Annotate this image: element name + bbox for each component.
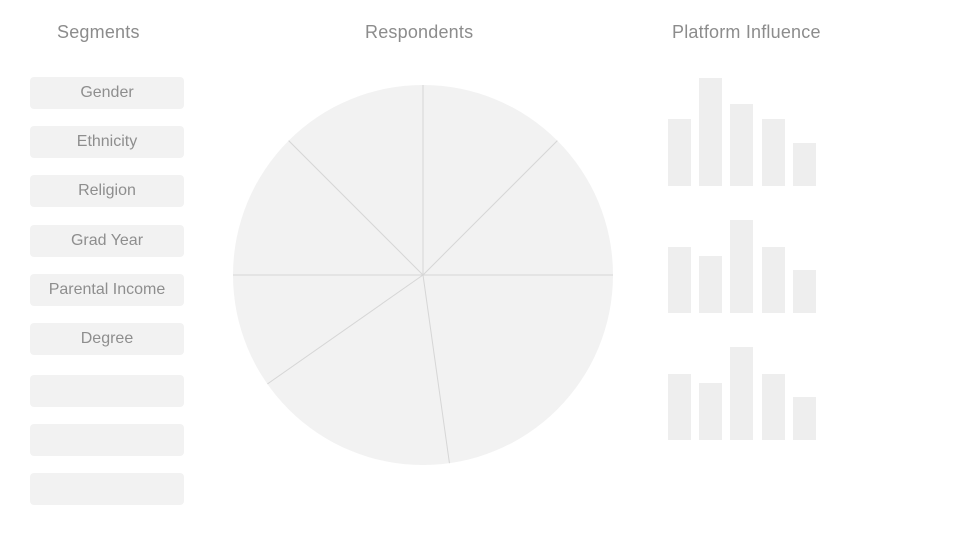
platform-bar-group-3 <box>668 347 818 440</box>
segment-button-ethnicity[interactable]: Ethnicity <box>30 126 184 158</box>
platform-bar-1-2 <box>699 78 722 186</box>
platform-bar-1-3 <box>730 104 753 186</box>
platform-bar-3-5 <box>793 397 816 440</box>
segment-button-empty-2[interactable] <box>30 424 184 456</box>
segments-heading: Segments <box>57 22 140 42</box>
platform-bar-2-2 <box>699 256 722 313</box>
platform-bar-3-2 <box>699 383 722 440</box>
platform-bar-1-1 <box>668 119 691 186</box>
segment-button-religion[interactable]: Religion <box>30 175 184 207</box>
segment-button-empty-1[interactable] <box>30 375 184 407</box>
segment-button-empty-3[interactable] <box>30 473 184 505</box>
platform-bar-2-4 <box>762 247 785 313</box>
segment-button-parental-income[interactable]: Parental Income <box>30 274 184 306</box>
platform-bar-2-3 <box>730 220 753 313</box>
platform-bar-1-4 <box>762 119 785 186</box>
segment-button-gender[interactable]: Gender <box>30 77 184 109</box>
platform-bar-group-1 <box>668 78 818 186</box>
platform-influence-heading: Platform Influence <box>672 22 821 42</box>
platform-bar-3-4 <box>762 374 785 440</box>
segment-button-degree[interactable]: Degree <box>30 323 184 355</box>
respondents-pie-chart[interactable] <box>228 80 618 470</box>
respondents-heading: Respondents <box>365 22 474 42</box>
platform-bar-3-3 <box>730 347 753 440</box>
segment-button-grad-year[interactable]: Grad Year <box>30 225 184 257</box>
platform-bar-3-1 <box>668 374 691 440</box>
platform-bar-1-5 <box>793 143 816 186</box>
platform-bar-2-5 <box>793 270 816 313</box>
platform-bar-2-1 <box>668 247 691 313</box>
platform-bar-group-2 <box>668 220 818 313</box>
